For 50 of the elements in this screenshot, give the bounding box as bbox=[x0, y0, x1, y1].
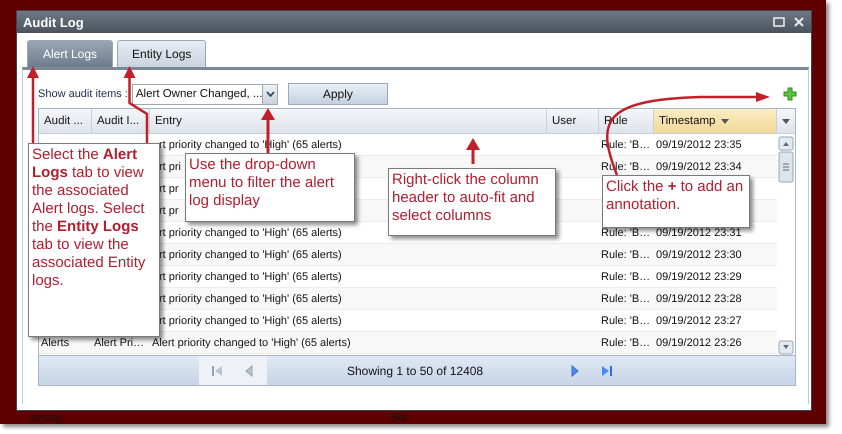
skip-icon bbox=[210, 364, 224, 378]
table-cell: rt priority changed to 'High' (65 alerts) bbox=[159, 226, 342, 238]
maximize-icon[interactable] bbox=[773, 16, 785, 28]
paging-status: Showing 1 to 50 of 12408 bbox=[347, 364, 484, 378]
table-cell: Alerts bbox=[41, 336, 70, 348]
table-cell: rt priority changed to 'High' (65 alerts) bbox=[159, 270, 342, 282]
table-cell: 09/19/2012 23:29 bbox=[656, 270, 742, 282]
table-cell: rt priority changed to 'High' (65 alerts) bbox=[159, 314, 342, 326]
table-cell: 09/19/2012 23:31 bbox=[656, 226, 742, 238]
table-cell: Rule: 'B… bbox=[601, 336, 650, 348]
callout-note: Click the + to add an annotation. bbox=[602, 175, 750, 228]
table-cell: Alert priority changed to 'High' (65 alerts) bbox=[152, 336, 351, 348]
table-cell: rt priority changed to 'High' (65 alerts) bbox=[159, 248, 342, 260]
close-icon[interactable] bbox=[793, 16, 805, 28]
table-cell: rt priority changed to 'High' (65 alerts) bbox=[159, 292, 342, 304]
table-cell: 09/19/2012 23:34 bbox=[656, 160, 742, 172]
skip-icon bbox=[600, 364, 614, 378]
table-cell: Rule: 'B… bbox=[601, 226, 650, 238]
table-cell: Rule: 'B… bbox=[601, 248, 650, 260]
table-cell: 09/19/2012 23:28 bbox=[656, 292, 742, 304]
chevron-down-icon bbox=[266, 91, 275, 97]
pointer-arrow bbox=[466, 138, 480, 164]
callout-note: Select the Alert Logs tab to view the associated Alert logs. Select the Entity Logs tab to view the associated Entity logs. bbox=[28, 143, 160, 337]
callout-note: Use the drop-down menu to filter the alert log display bbox=[185, 153, 355, 222]
callout-note: Right-click the column header to auto-fit and select columns bbox=[388, 168, 556, 236]
table-cell: rt pri bbox=[159, 160, 181, 172]
background-label: syslog bbox=[30, 412, 62, 424]
apply-button[interactable]: Apply bbox=[288, 83, 388, 105]
table-cell: rt pr bbox=[159, 204, 179, 216]
table-cell: 09/19/2012 23:35 bbox=[656, 138, 742, 150]
window-title: Audit Log bbox=[23, 14, 84, 30]
add-icon[interactable] bbox=[783, 87, 797, 101]
tab[interactable]: Entity Logs bbox=[117, 40, 206, 67]
table-cell: 09/19/2012 23:26 bbox=[656, 336, 742, 348]
column-header[interactable]: Timestamp bbox=[654, 109, 777, 133]
audit-items-dropdown[interactable]: Alert Owner Changed, ... bbox=[132, 84, 278, 104]
column-header[interactable]: Audit ... bbox=[39, 109, 92, 133]
table-cell: Alert Pri… bbox=[94, 336, 144, 348]
table-cell: Rule: 'B… bbox=[601, 270, 650, 282]
background-label: Ser bbox=[391, 412, 408, 424]
table-cell: Rule: 'B… bbox=[601, 292, 650, 304]
sort-icon bbox=[721, 118, 730, 124]
table-cell: 09/19/2012 23:30 bbox=[656, 248, 742, 260]
table-cell: rt pr bbox=[159, 182, 179, 194]
table-cell: 09/19/2012 23:27 bbox=[656, 314, 742, 326]
table-cell: Rule: 'B… bbox=[601, 314, 650, 326]
column-header[interactable]: Audit I... bbox=[92, 109, 150, 133]
caret-icon bbox=[782, 118, 790, 124]
column-header[interactable]: User bbox=[547, 109, 599, 133]
filter-label: Show audit items : bbox=[38, 88, 128, 100]
